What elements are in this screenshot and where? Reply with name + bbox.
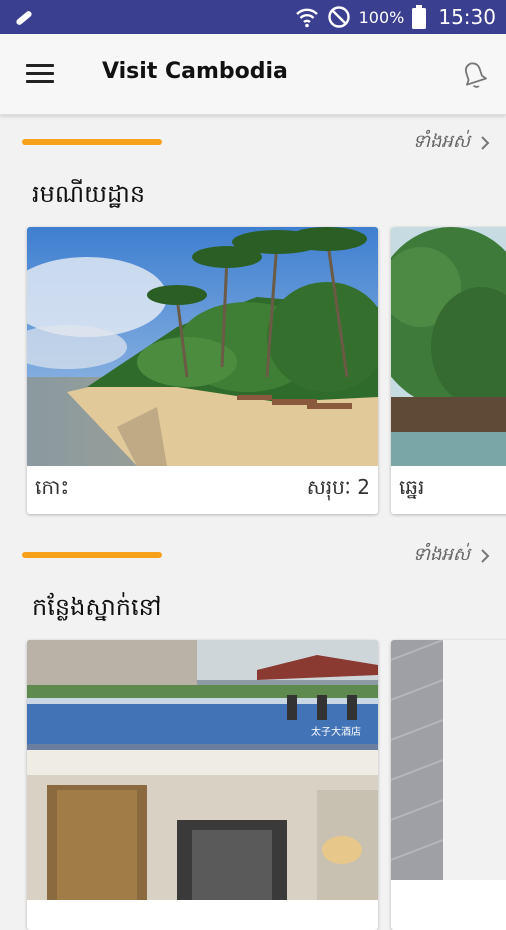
card-count: សរុបៈ 2 (306, 475, 370, 499)
section-accent-bar (22, 552, 162, 558)
see-all-button[interactable]: ទាំងអស់ (413, 542, 490, 569)
do-not-disturb-icon (327, 6, 350, 28)
place-card[interactable]: កោះ សរុបៈ 2 (27, 227, 378, 514)
section-heading: កន្លែងស្នាក់នៅ (32, 593, 162, 621)
section-heading: រមណីយដ្ឋាន (32, 180, 146, 208)
building-photo (391, 640, 506, 880)
status-bar: 100% 15:30 (0, 0, 506, 34)
hotel-watermark: 太子大酒店 (311, 725, 361, 738)
mangrove-photo (391, 227, 506, 466)
battery-icon (412, 5, 427, 29)
see-all-label: ទាំងអស់ (412, 544, 470, 565)
app-bar: Visit Cambodia (0, 34, 506, 115)
place-card[interactable]: ឆ្នេរ (391, 227, 506, 514)
wrench-icon (16, 11, 32, 25)
hamburger-menu-icon[interactable] (26, 64, 54, 84)
chevron-right-icon (481, 548, 490, 563)
chevron-right-icon (481, 135, 490, 150)
wifi-icon (295, 8, 318, 28)
card-label: ឆ្នេរ (399, 475, 425, 499)
see-all-label: ទាំងអស់ (412, 131, 470, 152)
battery-percentage: 100% (358, 7, 405, 27)
hotel-photo: 太子大酒店 (27, 640, 378, 900)
place-card[interactable] (391, 640, 506, 930)
place-card[interactable]: 太子大酒店 (27, 640, 378, 930)
card-label: កោះ (35, 475, 70, 499)
clock: 15:30 (438, 5, 496, 29)
bell-icon[interactable] (456, 56, 492, 92)
see-all-button[interactable]: ទាំងអស់ (413, 129, 490, 156)
app-title: Visit Cambodia (102, 59, 288, 84)
beach-photo (27, 227, 378, 466)
section-accent-bar (22, 139, 162, 145)
